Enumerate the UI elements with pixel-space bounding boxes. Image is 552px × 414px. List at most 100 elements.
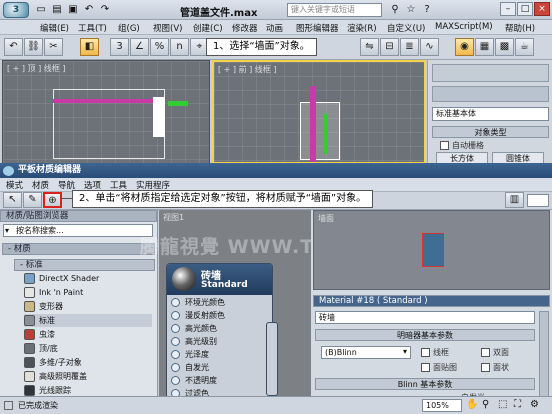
node-header[interactable]: 砖墙 Standard (167, 264, 272, 295)
percent-snap-button[interactable]: % (150, 38, 169, 56)
auto-grid-checkbox[interactable] (440, 141, 449, 150)
parameter-scrollbar[interactable] (539, 311, 549, 399)
node-slot[interactable]: 环境光颜色 (171, 296, 271, 309)
undo-button[interactable]: ↶ (4, 38, 23, 56)
menu-animation[interactable]: 动画 (266, 22, 283, 34)
viewport-top-label[interactable]: [ + ] 顶 ] 线框 ] (7, 63, 65, 74)
quick-open-icon[interactable]: ▤ (50, 4, 64, 16)
shader-type-dropdown[interactable]: (B)Blinn (321, 346, 411, 359)
command-panel-tabs[interactable] (432, 64, 549, 82)
snap-toggle-button[interactable]: 3 (110, 38, 129, 56)
viewport-front-label[interactable]: [ + ] 前 ] 线框 ] (218, 64, 276, 75)
menu-group[interactable]: 组(G) (118, 22, 140, 34)
navigator-preview[interactable]: 墙面 (313, 210, 550, 290)
menu-edit[interactable]: 编辑(E) (40, 22, 69, 34)
slate-menu-mode[interactable]: 模式 (6, 179, 23, 191)
material-list-item[interactable]: Ink 'n Paint (24, 286, 152, 299)
primitive-type-dropdown[interactable]: 标准基本体 (432, 107, 549, 121)
node-slot[interactable]: 不透明度 (171, 374, 271, 387)
search-input[interactable]: 键入关键字或短语 (287, 3, 382, 17)
pan-icon[interactable]: ✋ (466, 399, 478, 410)
undo-icon[interactable]: ↶ (82, 4, 96, 16)
node-slot[interactable]: 自发光 (171, 361, 271, 374)
material-list-item[interactable]: 变形器 (24, 300, 152, 313)
layout-button[interactable]: ▥ (505, 192, 524, 208)
zoom-region-icon[interactable]: ⬚ (498, 399, 507, 410)
slot-socket-icon[interactable] (171, 350, 180, 359)
faceted-checkbox[interactable] (481, 363, 490, 372)
object-type-rollout[interactable]: 对象类型 (432, 126, 549, 138)
node-slot[interactable]: 高光级别 (171, 335, 271, 348)
menu-modifiers[interactable]: 修改器 (232, 22, 258, 34)
quick-save-icon[interactable]: ▣ (66, 4, 80, 16)
slot-socket-icon[interactable] (171, 376, 180, 385)
navigator-viewport-box[interactable] (422, 233, 444, 267)
node-slot[interactable]: 光泽度 (171, 348, 271, 361)
app-logo-icon[interactable]: 3 (3, 2, 29, 18)
curve-editor-button[interactable]: ∿ (420, 38, 439, 56)
maximize-button[interactable]: □ (517, 2, 533, 16)
render-setup-button[interactable]: ▦ (475, 38, 494, 56)
menu-help[interactable]: 帮助(H) (505, 22, 535, 34)
angle-snap-button[interactable]: ∠ (130, 38, 149, 56)
material-list-item[interactable]: 顶/底 (24, 342, 152, 355)
material-name-field[interactable]: 砖墙 (315, 311, 535, 324)
create-category-buttons[interactable] (432, 86, 549, 102)
slot-socket-icon[interactable] (171, 337, 180, 346)
connected-map-node[interactable] (266, 322, 278, 396)
search-binoculars-icon[interactable]: ⚲ (388, 4, 402, 16)
link-button[interactable]: ⛓ (24, 38, 43, 56)
menu-create[interactable]: 创建(C) (193, 22, 223, 34)
viewport-top[interactable]: [ + ] 顶 ] 线框 ] (2, 60, 210, 164)
standard-section-header[interactable]: - 标准 (14, 259, 155, 271)
material-list-item[interactable]: 多维/子对象 (24, 356, 152, 369)
help-icon[interactable]: ? (420, 4, 434, 16)
node-slot[interactable]: 高光颜色 (171, 322, 271, 335)
assign-material-to-selection-button[interactable]: ⊕ (43, 192, 62, 208)
shader-rollout-header[interactable]: 明暗器基本参数 (315, 329, 535, 341)
minimize-button[interactable]: – (500, 2, 516, 16)
zoom-icon[interactable]: ⚲ (482, 399, 489, 410)
material-editor-button[interactable]: ◉ (455, 38, 474, 56)
menu-rendering[interactable]: 渲染(R) (347, 22, 377, 34)
material-node[interactable]: 砖墙 Standard 环境光颜色 漫反射颜色 高光颜色 高光级别 光泽度 自发… (166, 263, 273, 400)
blinn-rollout-header[interactable]: Blinn 基本参数 (315, 378, 535, 390)
viewport-front[interactable]: [ + ] 前 ] 线框 ] (212, 60, 426, 164)
zoom-dropdown[interactable]: 105% (422, 399, 462, 412)
material-list-item[interactable]: DirectX Shader (24, 272, 152, 285)
options-icon[interactable]: ⚙ (530, 399, 539, 410)
view-tab-label[interactable]: 视图1 (163, 212, 184, 223)
menu-graph-editors[interactable]: 图形编辑器 (296, 22, 339, 34)
node-slot[interactable]: 漫反射颜色 (171, 309, 271, 322)
slot-socket-icon[interactable] (171, 324, 180, 333)
view-dropdown[interactable] (527, 194, 549, 207)
slot-socket-icon[interactable] (171, 298, 180, 307)
slot-socket-icon[interactable] (171, 311, 180, 320)
menu-customize[interactable]: 自定义(U) (387, 22, 425, 34)
spinner-snap-button[interactable]: n (170, 38, 189, 56)
select-object-button[interactable]: ◧ (80, 38, 99, 56)
two-sided-checkbox[interactable] (481, 348, 490, 357)
redo-icon[interactable]: ↷ (98, 4, 112, 16)
zoom-extents-icon[interactable]: ⛶ (514, 399, 521, 410)
close-button[interactable]: × (534, 2, 550, 16)
face-map-checkbox[interactable] (421, 363, 430, 372)
browser-search-input[interactable]: 按名称搜索... (3, 224, 153, 237)
star-icon[interactable]: ☆ (404, 4, 418, 16)
material-list-item[interactable]: 高级照明覆盖 (24, 370, 152, 383)
menu-views[interactable]: 视图(V) (153, 22, 182, 34)
materials-section-header[interactable]: - 材质 (2, 243, 155, 255)
pick-material-button[interactable]: ✎ (23, 192, 42, 208)
render-button[interactable]: ☕ (515, 38, 534, 56)
slot-socket-icon[interactable] (171, 363, 180, 372)
mirror-button[interactable]: ⇋ (360, 38, 379, 56)
align-button[interactable]: ⊟ (380, 38, 399, 56)
rendered-frame-button[interactable]: ▩ (495, 38, 514, 56)
menu-tools[interactable]: 工具(T) (78, 22, 107, 34)
select-tool-button[interactable]: ↖ (3, 192, 22, 208)
material-list-item[interactable]: 虫漆 (24, 328, 152, 341)
menu-maxscript[interactable]: MAXScript(M) (435, 22, 493, 32)
material-list-item[interactable]: 标准 (24, 314, 152, 327)
slate-menu-material[interactable]: 材质 (32, 179, 49, 191)
layer-button[interactable]: ≣ (400, 38, 419, 56)
